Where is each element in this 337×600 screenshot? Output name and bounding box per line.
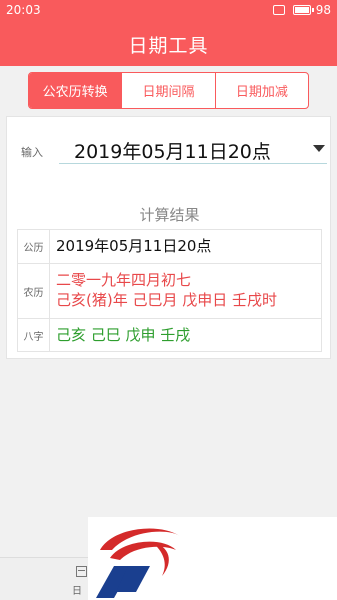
- battery-level: 98: [315, 3, 331, 17]
- tab-lunar-conversion[interactable]: 公农历转换: [29, 73, 122, 108]
- app-header: 20:03 98 日期工具: [0, 0, 337, 66]
- lunar-ganzhi: 己亥(猪)年 己巳月 戊申日 壬戌时: [56, 291, 278, 309]
- tab-date-interval[interactable]: 日期间隔: [121, 73, 214, 108]
- result-title: 计算结果: [139, 206, 200, 224]
- result-table: 公历 2019年05月11日20点 农历 二零一九年四月初七 己亥(猪)年 己巳…: [17, 229, 322, 352]
- lunar-value: 二零一九年四月初七 己亥(猪)年 己巳月 戊申日 壬戌时: [50, 264, 277, 318]
- converter-card: 输入 2019年05月11日20点 计算结果 公历 2019年05月11日20点…: [6, 116, 331, 359]
- triangle-down-icon[interactable]: [313, 145, 325, 152]
- result-row-bazi: 八字 己亥 己巳 戊申 壬戌: [18, 318, 321, 351]
- screen-icon: [273, 5, 285, 15]
- tab-date-add-subtract[interactable]: 日期加减: [214, 73, 308, 108]
- calendar-icon[interactable]: [76, 566, 87, 577]
- brand-logo: [96, 528, 180, 598]
- mode-tabs: 公农历转换 日期间隔 日期加减: [28, 72, 309, 109]
- bazi-value: 己亥 己巳 戊申 壬戌: [56, 326, 191, 344]
- row-label-gregorian: 公历: [18, 230, 50, 263]
- input-label: 输入: [21, 146, 43, 159]
- lunar-date: 二零一九年四月初七: [56, 271, 192, 289]
- bottom-tab-label[interactable]: 日: [72, 582, 82, 597]
- status-time: 20:03: [6, 3, 41, 17]
- ad-banner[interactable]: [88, 517, 337, 600]
- date-picker[interactable]: 2019年05月11日20点: [59, 135, 327, 164]
- date-input-value: 2019年05月11日20点: [74, 141, 271, 163]
- gregorian-value: 2019年05月11日20点: [56, 237, 212, 255]
- battery-icon: [293, 5, 314, 15]
- row-label-lunar: 农历: [18, 264, 50, 318]
- row-label-bazi: 八字: [18, 319, 50, 351]
- result-row-lunar: 农历 二零一九年四月初七 己亥(猪)年 己巳月 戊申日 壬戌时: [18, 263, 321, 318]
- page-title: 日期工具: [128, 35, 209, 57]
- result-row-gregorian: 公历 2019年05月11日20点: [18, 230, 321, 263]
- status-bar: 20:03 98: [0, 0, 337, 22]
